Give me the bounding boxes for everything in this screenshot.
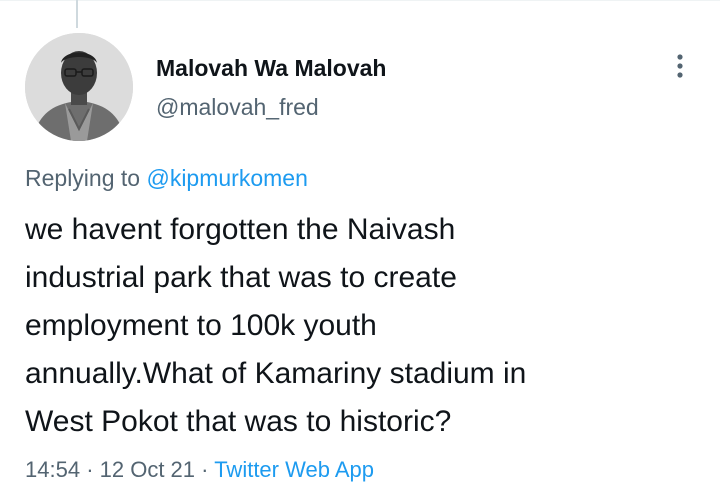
replying-to-line: Replying to @kipmurkomen [25, 163, 308, 193]
meta-separator: · [86, 457, 94, 482]
author-handle[interactable]: @malovah_fred [156, 92, 319, 122]
more-options-button[interactable] [664, 50, 696, 82]
tweet-text-line: industrial park that was to create [25, 261, 457, 294]
replying-prefix: Replying to [25, 165, 141, 191]
meta-separator: · [201, 457, 209, 482]
tweet-time-link[interactable]: 14:54 [25, 457, 80, 482]
tweet-date-link[interactable]: 12 Oct 21 [100, 457, 195, 482]
avatar[interactable] [25, 33, 133, 141]
tweet-text-line: employment to 100k youth [25, 309, 377, 342]
thread-connector-line [76, 0, 78, 28]
replying-to-mention-link[interactable]: @kipmurkomen [146, 165, 307, 191]
tweet-text-line: annually.What of Kamariny stadium in [25, 357, 527, 390]
top-divider [0, 0, 720, 1]
tweet-source-link[interactable]: Twitter Web App [214, 457, 374, 482]
tweet-text: we havent forgotten the Naivash industri… [25, 206, 705, 446]
tweet-text-line: West Pokot that was to historic? [25, 405, 452, 438]
tweet-text-line: we havent forgotten the Naivash [25, 213, 456, 246]
avatar-photo-icon [25, 33, 133, 141]
more-vertical-icon [677, 54, 683, 78]
author-display-name[interactable]: Malovah Wa Malovah [156, 53, 386, 83]
tweet-metadata: 14:54 · 12 Oct 21 · Twitter Web App [25, 455, 374, 485]
